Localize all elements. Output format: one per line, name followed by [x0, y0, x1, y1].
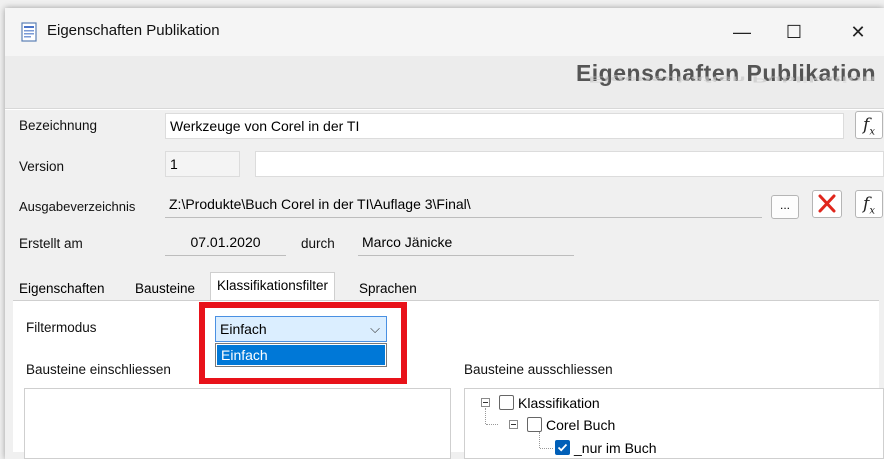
erstellt-date: 07.01.2020 [165, 230, 286, 256]
tab-sprachen[interactable]: Sprachen [359, 278, 417, 300]
fx-icon: fx [863, 115, 875, 138]
header-band: Eigenschaften Publikation Eigenschaften … [5, 56, 884, 108]
tree-connector [540, 448, 553, 450]
tree-collapse-icon[interactable] [509, 420, 518, 429]
window-title: Eigenschaften Publikation [47, 22, 220, 39]
highlight-box [199, 302, 407, 384]
ausgabeverzeichnis-label: Ausgabeverzeichnis [19, 199, 136, 214]
checkmark-icon [557, 443, 568, 452]
erstellt-label: Erstellt am [19, 236, 83, 251]
exclude-list-label: Bausteine ausschliessen [464, 362, 613, 377]
include-list-label: Bausteine einschliessen [26, 362, 171, 377]
browse-button[interactable]: ... [771, 195, 799, 219]
document-properties-icon [21, 22, 37, 42]
tree-item-nur-im-buch[interactable]: _nur im Buch [574, 439, 656, 457]
author-field: Marco Jänicke [358, 230, 574, 256]
checkbox-icon[interactable] [527, 417, 542, 432]
tree-collapse-icon[interactable] [481, 398, 490, 407]
tree-connector [486, 424, 498, 426]
tree-connector [539, 432, 541, 448]
tab-klassifikationsfilter[interactable]: Klassifikationsfilter [210, 272, 336, 300]
checkbox-icon[interactable] [555, 440, 570, 455]
tree-item-klassifikation[interactable]: Klassifikation [518, 394, 600, 412]
filtermodus-label: Filtermodus [26, 320, 97, 335]
bezeichnung-label: Bezeichnung [19, 118, 98, 133]
tree-connector [485, 408, 487, 424]
fx-icon: fx [863, 194, 875, 217]
header-divider [5, 108, 884, 110]
close-button[interactable]: ✕ [838, 18, 878, 46]
include-list[interactable] [24, 388, 451, 459]
tree-item-corel-buch[interactable]: Corel Buch [546, 416, 615, 434]
checkbox-icon[interactable] [499, 395, 514, 410]
version-extra-input[interactable] [255, 151, 884, 177]
title-bar: Eigenschaften Publikation — ☐ ✕ [5, 8, 884, 56]
durch-label: durch [301, 236, 335, 251]
tab-bausteine[interactable]: Bausteine [135, 278, 195, 300]
page-title-reflection: Eigenschaften Publikation [588, 74, 876, 84]
maximize-button[interactable]: ☐ [774, 18, 814, 46]
delete-x-icon [818, 194, 836, 213]
minimize-button[interactable]: — [722, 18, 762, 46]
version-input[interactable]: 1 [165, 151, 240, 177]
ausgabeverzeichnis-input[interactable]: Z:\Produkte\Buch Corel in der TI\Auflage… [165, 192, 762, 218]
fx-ausgabe-button[interactable]: fx [855, 190, 883, 218]
fx-bezeichnung-button[interactable]: fx [855, 111, 883, 139]
version-label: Version [19, 159, 65, 174]
clear-path-button[interactable] [812, 190, 842, 218]
bezeichnung-input[interactable]: Werkzeuge von Corel in der TI [165, 113, 844, 139]
tab-eigenschaften[interactable]: Eigenschaften [19, 278, 105, 300]
